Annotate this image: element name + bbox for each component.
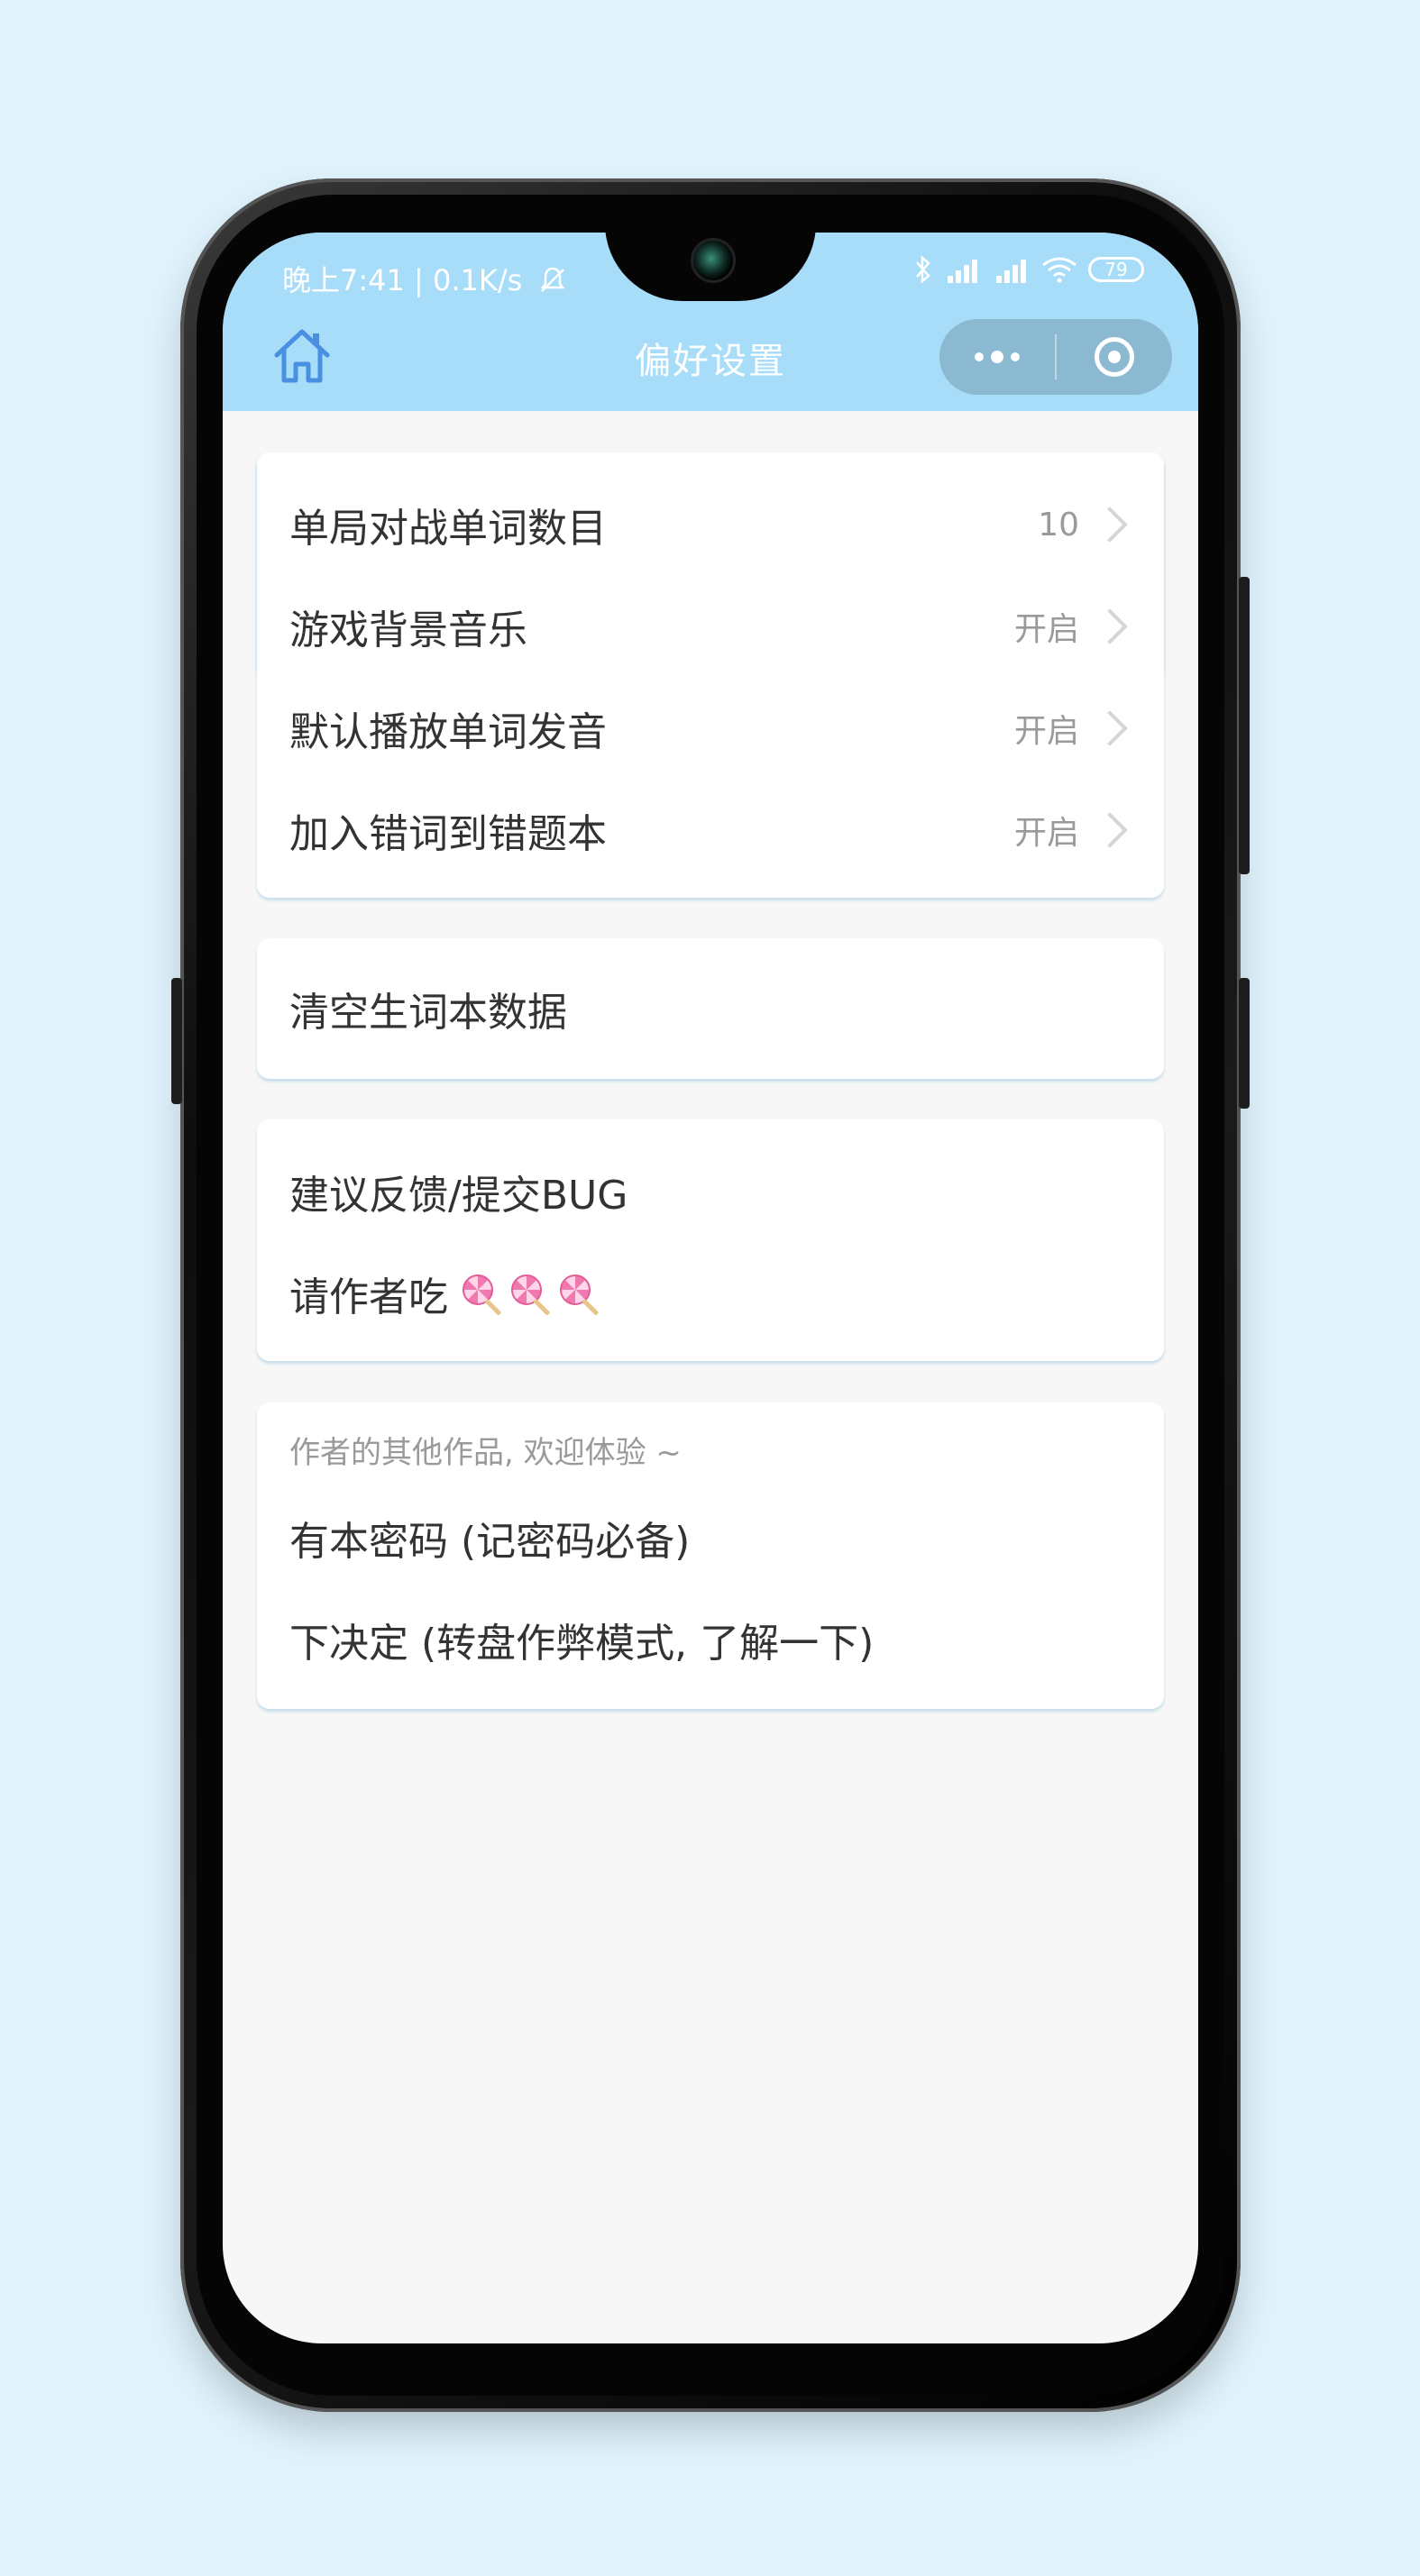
donate-button[interactable]: 请作者吃 (289, 1257, 1131, 1329)
more-dots-icon (975, 351, 1020, 363)
more-menu-button[interactable] (939, 319, 1055, 395)
nav-header: 晚上7:41 | 0.1K/s 79 偏好设置 (223, 233, 1198, 411)
phone-power-button (1239, 978, 1250, 1109)
target-circle-icon (1095, 337, 1134, 377)
setting-value: 开启 (1013, 611, 1079, 648)
setting-row-wrong-words[interactable]: 加入错词到错题本 开启 (289, 794, 1131, 866)
settings-card-full: 单局对战单词数目 10 游戏背景音乐 开启 默认播放单词发音 开启 加入错词到错… (257, 452, 1164, 898)
chevron-right-icon (1092, 710, 1128, 746)
status-bar-left: 晚上7:41 | 0.1K/s (282, 258, 568, 299)
donate-label: 请作者吃 (289, 1274, 448, 1320)
other-work-label: 下决定 (转盘作弊模式, 了解一下) (289, 1621, 875, 1667)
phone-side-button (171, 978, 182, 1104)
feedback-label: 建议反馈/提交BUG (289, 1173, 628, 1219)
lollipop-icon (463, 1274, 502, 1316)
close-mini-program-button[interactable] (1057, 319, 1172, 395)
signal-icon (944, 256, 982, 283)
other-work-label: 有本密码 (记密码必备) (289, 1519, 691, 1565)
bluetooth-icon (916, 255, 930, 284)
wifi-icon (1042, 257, 1076, 283)
phone-screen: 晚上7:41 | 0.1K/s 79 偏好设置 单局对战单词数目 10 游戏背景… (223, 233, 1198, 2343)
lollipop-icon (511, 1274, 551, 1316)
other-works-card: 作者的其他作品, 欢迎体验 ~ 有本密码 (记密码必备) 下决定 (转盘作弊模式… (257, 1402, 1164, 1709)
setting-row-bg-music[interactable]: 游戏背景音乐 开启 (289, 590, 1131, 662)
setting-value: 开启 (1013, 815, 1079, 852)
chevron-right-icon (1092, 507, 1128, 543)
status-bar-right: 79 (913, 254, 1144, 285)
chevron-right-icon (1092, 608, 1128, 644)
clear-card: 清空生词本数据 (257, 938, 1164, 1079)
battery-icon: 79 (1088, 257, 1144, 282)
other-work-item-decide[interactable]: 下决定 (转盘作弊模式, 了解一下) (289, 1603, 1131, 1676)
feedback-card: 建议反馈/提交BUG 请作者吃 (257, 1119, 1164, 1361)
clear-vocab-button[interactable]: 清空生词本数据 (289, 973, 1131, 1045)
mini-program-capsule (939, 319, 1172, 395)
lollipop-icon (560, 1274, 600, 1316)
chevron-right-icon (1092, 812, 1128, 848)
setting-label: 加入错词到错题本 (289, 811, 607, 857)
setting-row-word-count[interactable]: 单局对战单词数目 10 (289, 489, 1131, 561)
mute-bell-icon (540, 267, 564, 292)
setting-label: 默认播放单词发音 (289, 709, 607, 755)
signal-icon-2 (993, 256, 1031, 283)
feedback-button[interactable]: 建议反馈/提交BUG (289, 1156, 1131, 1228)
status-time-speed: 晚上7:41 | 0.1K/s (282, 263, 523, 297)
setting-label: 单局对战单词数目 (289, 506, 607, 552)
setting-label: 游戏背景音乐 (289, 607, 527, 653)
other-work-item-password[interactable]: 有本密码 (记密码必备) (289, 1502, 1131, 1574)
setting-value: 开启 (1013, 713, 1079, 750)
setting-value: 10 (1038, 506, 1079, 544)
clear-vocab-label: 清空生词本数据 (289, 990, 567, 1036)
phone-volume-button (1239, 577, 1250, 874)
other-works-header: 作者的其他作品, 欢迎体验 ~ (289, 1435, 682, 1471)
front-camera-icon (691, 238, 736, 283)
battery-level: 79 (1104, 259, 1128, 280)
setting-row-auto-pronounce[interactable]: 默认播放单词发音 开启 (289, 692, 1131, 764)
